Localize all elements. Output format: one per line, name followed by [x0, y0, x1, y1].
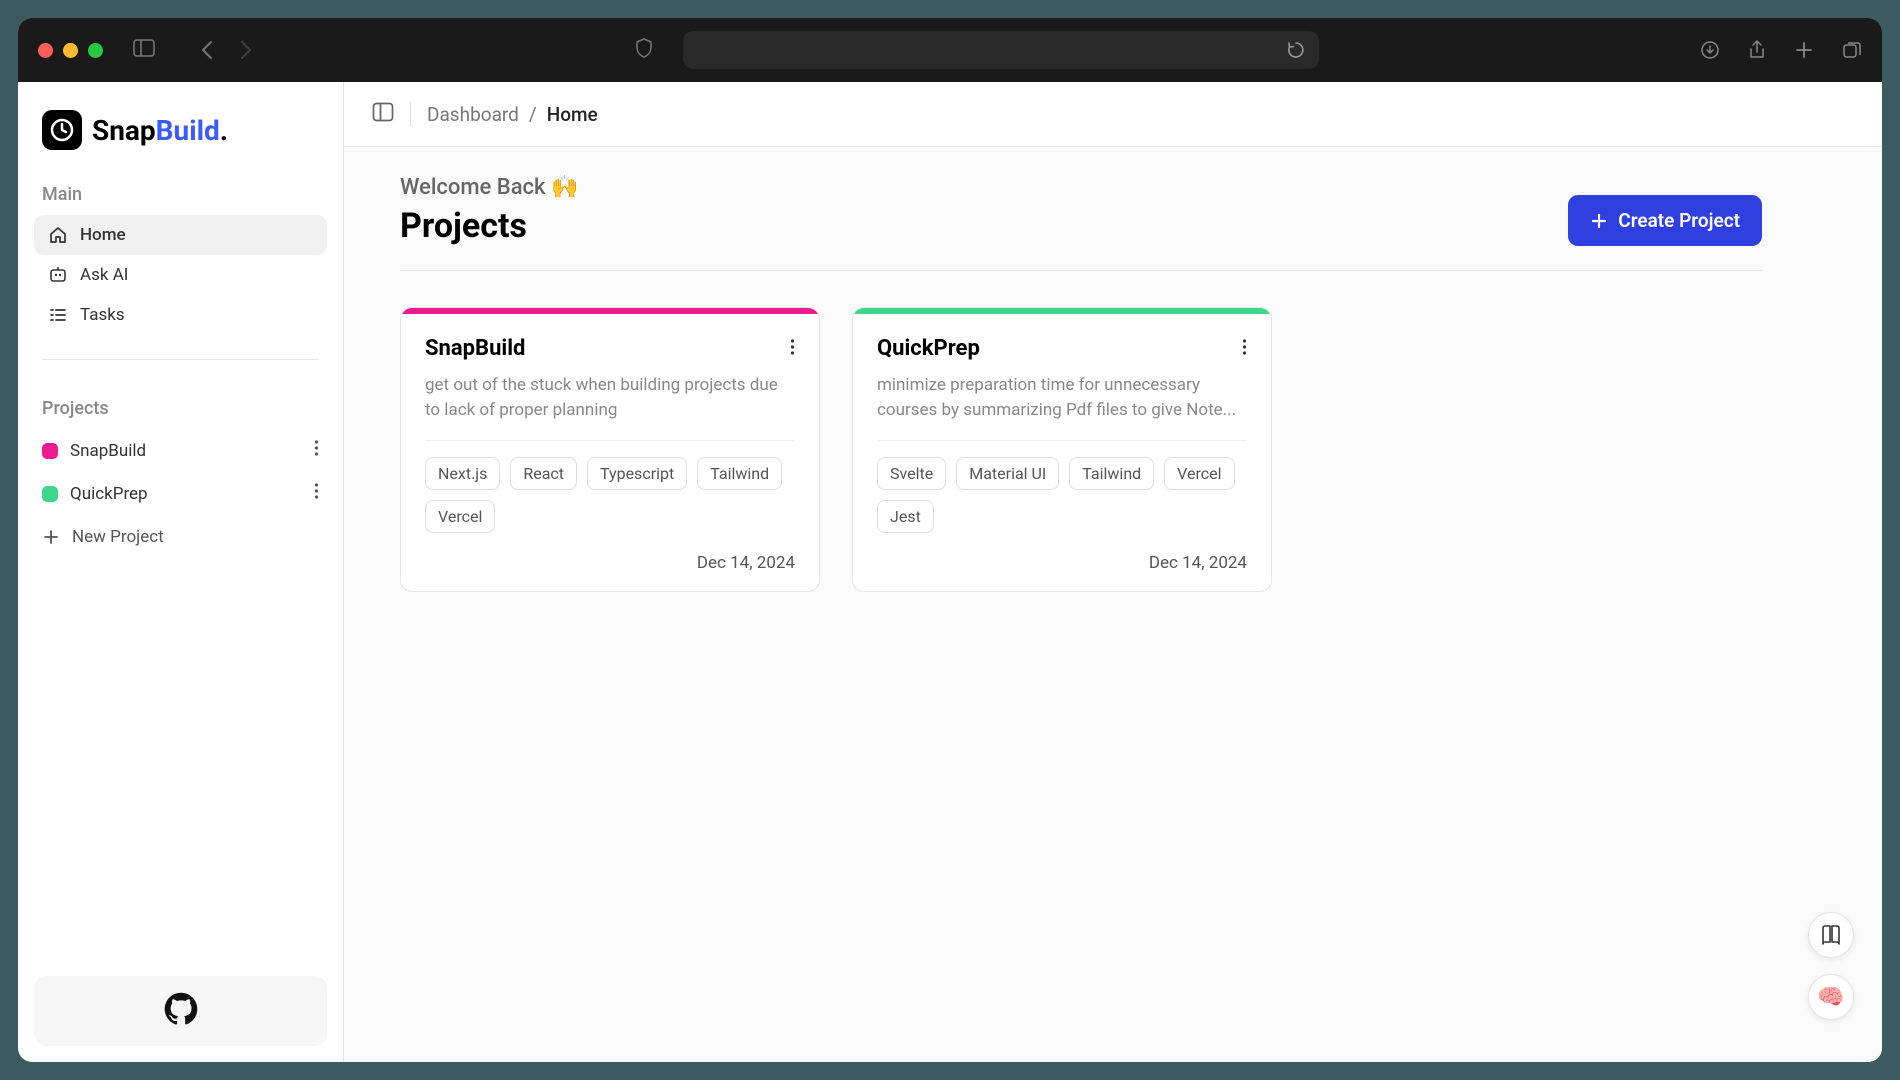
tech-tag: Svelte [877, 457, 946, 490]
docs-button[interactable] [1808, 912, 1854, 958]
sidebar-item-label: Home [80, 225, 126, 245]
content: Welcome Back 🙌 Projects Create Project S… [344, 147, 1882, 1062]
traffic-lights [38, 43, 103, 58]
tech-tag: Tailwind [697, 457, 782, 490]
sidebar-item-ask-ai[interactable]: Ask AI [34, 255, 327, 295]
tech-tag: Tailwind [1069, 457, 1154, 490]
share-icon[interactable] [1748, 40, 1766, 60]
sidebar-item-home[interactable]: Home [34, 215, 327, 255]
breadcrumb-current: Home [547, 103, 598, 126]
sidebar: SnapBuild. Main Home Ask AI Tasks Projec… [18, 82, 344, 1062]
titlebar-right-actions [1700, 40, 1862, 60]
project-more-icon[interactable] [314, 439, 319, 462]
plus-icon [42, 528, 60, 546]
panel-toggle-icon[interactable] [372, 102, 394, 126]
sparkle-icon [48, 265, 68, 285]
page-header: Welcome Back 🙌 Projects Create Project [400, 175, 1762, 271]
maximize-window-button[interactable] [88, 43, 103, 58]
floating-actions: 🧠 [1808, 912, 1854, 1020]
book-icon [1820, 924, 1842, 946]
app-name: SnapBuild. [92, 114, 228, 147]
sidebar-item-tasks[interactable]: Tasks [34, 295, 327, 335]
card-date: Dec 14, 2024 [425, 553, 795, 573]
github-icon[interactable] [164, 992, 198, 1030]
project-cards: SnapBuild get out of the stuck when build… [400, 307, 1762, 592]
new-project-label: New Project [72, 527, 164, 547]
app: SnapBuild. Main Home Ask AI Tasks Projec… [18, 82, 1882, 1062]
project-color-dot [42, 443, 58, 459]
sidebar-project-label: SnapBuild [70, 441, 146, 461]
sidebar-project-snapbuild[interactable]: SnapBuild [34, 429, 327, 472]
titlebar [18, 18, 1882, 82]
sidebar-project-quickprep[interactable]: QuickPrep [34, 472, 327, 515]
ai-assistant-button[interactable]: 🧠 [1808, 974, 1854, 1020]
back-icon[interactable] [200, 40, 214, 60]
clock-icon [42, 110, 82, 150]
sidebar-section-main: Main [34, 170, 327, 215]
card-title: QuickPrep [877, 336, 980, 361]
card-description: get out of the stuck when building proje… [425, 373, 795, 422]
tech-tag: React [510, 457, 577, 490]
new-project-button[interactable]: New Project [34, 515, 327, 559]
main: Dashboard / Home Welcome Back 🙌 Projects… [344, 82, 1882, 1062]
welcome-text: Welcome Back 🙌 [400, 175, 578, 200]
sidebar-item-label: Tasks [80, 305, 125, 325]
project-card[interactable]: QuickPrep minimize preparation time for u… [852, 307, 1272, 592]
reload-icon[interactable] [1287, 41, 1305, 59]
card-more-icon[interactable] [1242, 338, 1247, 360]
tech-tag: Jest [877, 500, 934, 533]
project-more-icon[interactable] [314, 482, 319, 505]
card-description: minimize preparation time for unnecessar… [877, 373, 1247, 422]
card-tags: Next.js React Typescript Tailwind Vercel [425, 457, 795, 533]
card-more-icon[interactable] [790, 338, 795, 360]
forward-icon[interactable] [239, 40, 253, 60]
breadcrumb-root[interactable]: Dashboard [427, 103, 519, 126]
url-bar[interactable] [683, 31, 1319, 69]
card-tags: Svelte Material UI Tailwind Vercel Jest [877, 457, 1247, 533]
tasks-icon [48, 305, 68, 325]
create-project-label: Create Project [1618, 209, 1740, 232]
project-card[interactable]: SnapBuild get out of the stuck when build… [400, 307, 820, 592]
topbar-separator [410, 102, 411, 126]
sidebar-project-label: QuickPrep [70, 484, 148, 504]
sidebar-divider [42, 359, 319, 360]
sidebar-item-label: Ask AI [80, 265, 128, 285]
card-divider [425, 440, 795, 441]
brain-icon: 🧠 [1817, 985, 1844, 1010]
page-title: Projects [400, 206, 578, 246]
tabs-icon[interactable] [1842, 40, 1862, 60]
close-window-button[interactable] [38, 43, 53, 58]
card-date: Dec 14, 2024 [877, 553, 1247, 573]
topbar: Dashboard / Home [344, 82, 1882, 147]
card-divider [877, 440, 1247, 441]
breadcrumb-sep: / [529, 103, 537, 126]
tech-tag: Material UI [956, 457, 1059, 490]
tech-tag: Next.js [425, 457, 500, 490]
download-icon[interactable] [1700, 40, 1720, 60]
plus-icon [1590, 212, 1608, 230]
nav-arrows [200, 40, 253, 60]
project-color-dot [42, 486, 58, 502]
home-icon [48, 225, 68, 245]
app-logo[interactable]: SnapBuild. [34, 98, 327, 170]
tech-tag: Vercel [1164, 457, 1234, 490]
breadcrumb: Dashboard / Home [427, 103, 598, 126]
sidebar-footer [34, 976, 327, 1046]
new-tab-icon[interactable] [1794, 40, 1814, 60]
shield-icon[interactable] [635, 38, 653, 62]
browser-window: SnapBuild. Main Home Ask AI Tasks Projec… [18, 18, 1882, 1062]
card-title: SnapBuild [425, 336, 525, 361]
create-project-button[interactable]: Create Project [1568, 195, 1762, 246]
browser-sidebar-icon[interactable] [133, 39, 155, 61]
minimize-window-button[interactable] [63, 43, 78, 58]
sidebar-section-projects: Projects [34, 384, 327, 429]
tech-tag: Vercel [425, 500, 495, 533]
tech-tag: Typescript [587, 457, 687, 490]
